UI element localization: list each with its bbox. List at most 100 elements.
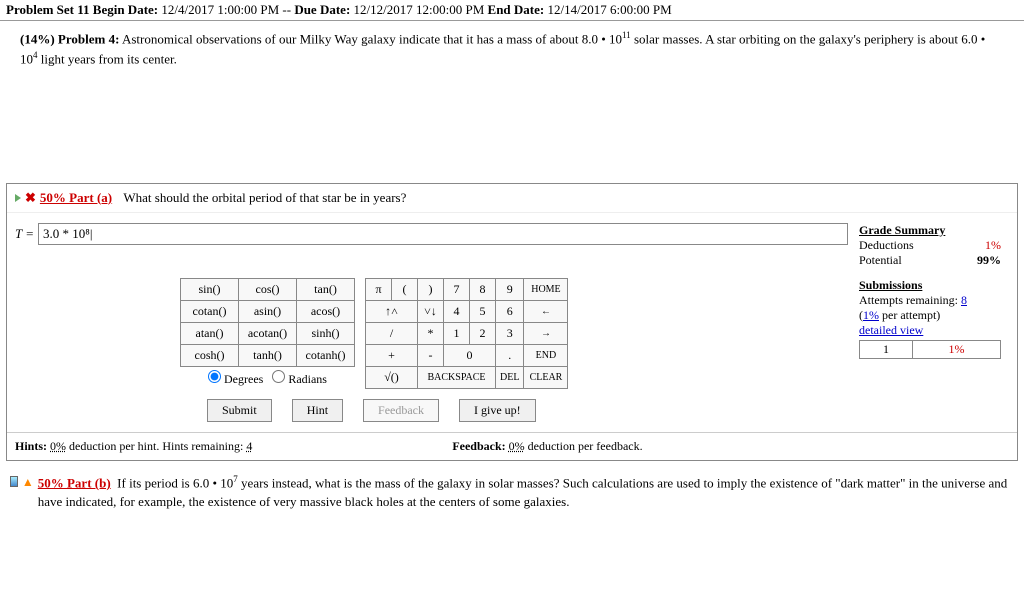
attempts-label: Attempts remaining: bbox=[859, 293, 958, 307]
key-1[interactable]: 1 bbox=[444, 322, 470, 344]
subs-table: 11% bbox=[859, 340, 1001, 359]
fb-text: deduction per feedback. bbox=[528, 439, 643, 453]
problem-t1: Astronomical observations of our Milky W… bbox=[122, 31, 622, 46]
fn-table: sin()cos()tan() cotan()asin()acos() atan… bbox=[180, 278, 355, 367]
problem-text: (14%) Problem 4: Astronomical observatio… bbox=[0, 21, 1024, 73]
angle-mode: Degrees Radians bbox=[180, 367, 355, 387]
fn-atan[interactable]: atan() bbox=[181, 322, 239, 344]
subs-title: Submissions bbox=[859, 278, 1001, 293]
begin-date: 12/4/2017 1:00:00 PM bbox=[161, 2, 279, 17]
fn-tan[interactable]: tan() bbox=[297, 278, 355, 300]
key-5[interactable]: 5 bbox=[470, 300, 496, 322]
fn-acotan[interactable]: acotan() bbox=[239, 322, 297, 344]
key-3[interactable]: 3 bbox=[496, 322, 524, 344]
submissions-box: Submissions Attempts remaining: 8 (1% pe… bbox=[859, 278, 1009, 389]
key-minus[interactable]: - bbox=[418, 344, 444, 366]
feedback-button: Feedback bbox=[363, 399, 439, 422]
key-plus[interactable]: + bbox=[366, 344, 418, 366]
problem-exp1: 11 bbox=[622, 30, 631, 40]
problem-t3: light years from its center. bbox=[41, 51, 177, 66]
key-4[interactable]: 4 bbox=[444, 300, 470, 322]
answer-row: T = Grade Summary Deductions 1% Potentia… bbox=[7, 213, 1017, 278]
key-sqrt[interactable]: √() bbox=[366, 366, 418, 388]
part-b-t1: If its period is 6.0 • 10 bbox=[117, 475, 233, 490]
incorrect-icon: ✖ bbox=[25, 190, 36, 206]
giveup-button[interactable]: I give up! bbox=[459, 399, 536, 422]
key-pi[interactable]: π bbox=[366, 278, 392, 300]
key-div[interactable]: / bbox=[366, 322, 418, 344]
ded-label: Deductions bbox=[859, 238, 914, 253]
key-9[interactable]: 9 bbox=[496, 278, 524, 300]
answer-var: T = bbox=[15, 226, 34, 242]
num-table: π ( ) 7 8 9 HOME ↑˄ ˅↓ 4 5 6 ← / bbox=[365, 278, 568, 389]
fn-cosh[interactable]: cosh() bbox=[181, 344, 239, 366]
key-lparen[interactable]: ( bbox=[392, 278, 418, 300]
end-label: End Date: bbox=[488, 2, 545, 17]
sep: -- bbox=[282, 2, 291, 17]
detailed-view-link[interactable]: detailed view bbox=[859, 323, 1001, 338]
fn-pad: sin()cos()tan() cotan()asin()acos() atan… bbox=[180, 278, 355, 389]
action-row: Submit Hint Feedback I give up! bbox=[7, 399, 1017, 432]
due-label: Due Date: bbox=[294, 2, 350, 17]
key-end[interactable]: END bbox=[524, 344, 568, 366]
fn-acos[interactable]: acos() bbox=[297, 300, 355, 322]
header-bar: Problem Set 11 Begin Date: 12/4/2017 1:0… bbox=[0, 0, 1024, 21]
fn-asin[interactable]: asin() bbox=[239, 300, 297, 322]
key-8[interactable]: 8 bbox=[470, 278, 496, 300]
part-a-label[interactable]: 50% Part (a) bbox=[40, 190, 112, 206]
key-0[interactable]: 0 bbox=[444, 344, 496, 366]
key-mul[interactable]: * bbox=[418, 322, 444, 344]
key-down[interactable]: ˅↓ bbox=[418, 300, 444, 322]
hints-row: Hints: 0% deduction per hint. Hints rema… bbox=[7, 432, 1017, 460]
degrees-option[interactable]: Degrees bbox=[208, 372, 263, 386]
fb-pct: 0% bbox=[509, 439, 525, 453]
part-a-question: What should the orbital period of that s… bbox=[123, 190, 406, 206]
fn-tanh[interactable]: tanh() bbox=[239, 344, 297, 366]
key-up[interactable]: ↑˄ bbox=[366, 300, 418, 322]
ps-label: Problem Set 11 Begin Date: bbox=[6, 2, 158, 17]
key-7[interactable]: 7 bbox=[444, 278, 470, 300]
radians-radio[interactable] bbox=[272, 370, 285, 383]
part-a-header: ✖ 50% Part (a) What should the orbital p… bbox=[7, 184, 1017, 213]
collapse-icon[interactable] bbox=[10, 476, 18, 487]
fb-label: Feedback: bbox=[452, 439, 505, 453]
warning-icon: ▲ bbox=[22, 473, 34, 491]
key-right[interactable]: → bbox=[524, 322, 568, 344]
key-del[interactable]: DEL bbox=[496, 366, 524, 388]
radians-option[interactable]: Radians bbox=[272, 372, 327, 386]
due-date: 12/12/2017 12:00:00 PM bbox=[354, 2, 485, 17]
hint-button[interactable]: Hint bbox=[292, 399, 343, 422]
degrees-radio[interactable] bbox=[208, 370, 221, 383]
answer-input[interactable] bbox=[38, 223, 848, 245]
expand-icon[interactable] bbox=[15, 194, 21, 202]
key-dot[interactable]: . bbox=[496, 344, 524, 366]
key-rparen[interactable]: ) bbox=[418, 278, 444, 300]
fn-cotanh[interactable]: cotanh() bbox=[297, 344, 355, 366]
part-b-label[interactable]: 50% Part (b) bbox=[38, 475, 111, 490]
fn-sinh[interactable]: sinh() bbox=[297, 322, 355, 344]
key-clear[interactable]: CLEAR bbox=[524, 366, 568, 388]
key-home[interactable]: HOME bbox=[524, 278, 568, 300]
hints-remaining: 4 bbox=[246, 439, 252, 453]
key-6[interactable]: 6 bbox=[496, 300, 524, 322]
end-date: 12/14/2017 6:00:00 PM bbox=[547, 2, 671, 17]
part-b-row: ▲ 50% Part (b) If its period is 6.0 • 10… bbox=[0, 461, 1024, 512]
key-2[interactable]: 2 bbox=[470, 322, 496, 344]
grade-summary: Grade Summary Deductions 1% Potential 99… bbox=[859, 223, 1009, 268]
fn-cos[interactable]: cos() bbox=[239, 278, 297, 300]
pot-val: 99% bbox=[977, 253, 1001, 268]
problem-prefix: (14%) Problem 4: bbox=[20, 31, 119, 46]
sub-pct: 1% bbox=[912, 340, 1000, 358]
hints-text: deduction per hint. Hints remaining: bbox=[69, 439, 243, 453]
fn-cotan[interactable]: cotan() bbox=[181, 300, 239, 322]
problem-exp2: 4 bbox=[33, 50, 38, 60]
key-backspace[interactable]: BACKSPACE bbox=[418, 366, 496, 388]
attempts-val[interactable]: 8 bbox=[961, 293, 967, 307]
key-left[interactable]: ← bbox=[524, 300, 568, 322]
pot-label: Potential bbox=[859, 253, 902, 268]
spacer bbox=[0, 73, 1024, 183]
hints-pct: 0% bbox=[50, 439, 66, 453]
per-attempt-link[interactable]: 1% bbox=[863, 308, 879, 322]
submit-button[interactable]: Submit bbox=[207, 399, 272, 422]
fn-sin[interactable]: sin() bbox=[181, 278, 239, 300]
